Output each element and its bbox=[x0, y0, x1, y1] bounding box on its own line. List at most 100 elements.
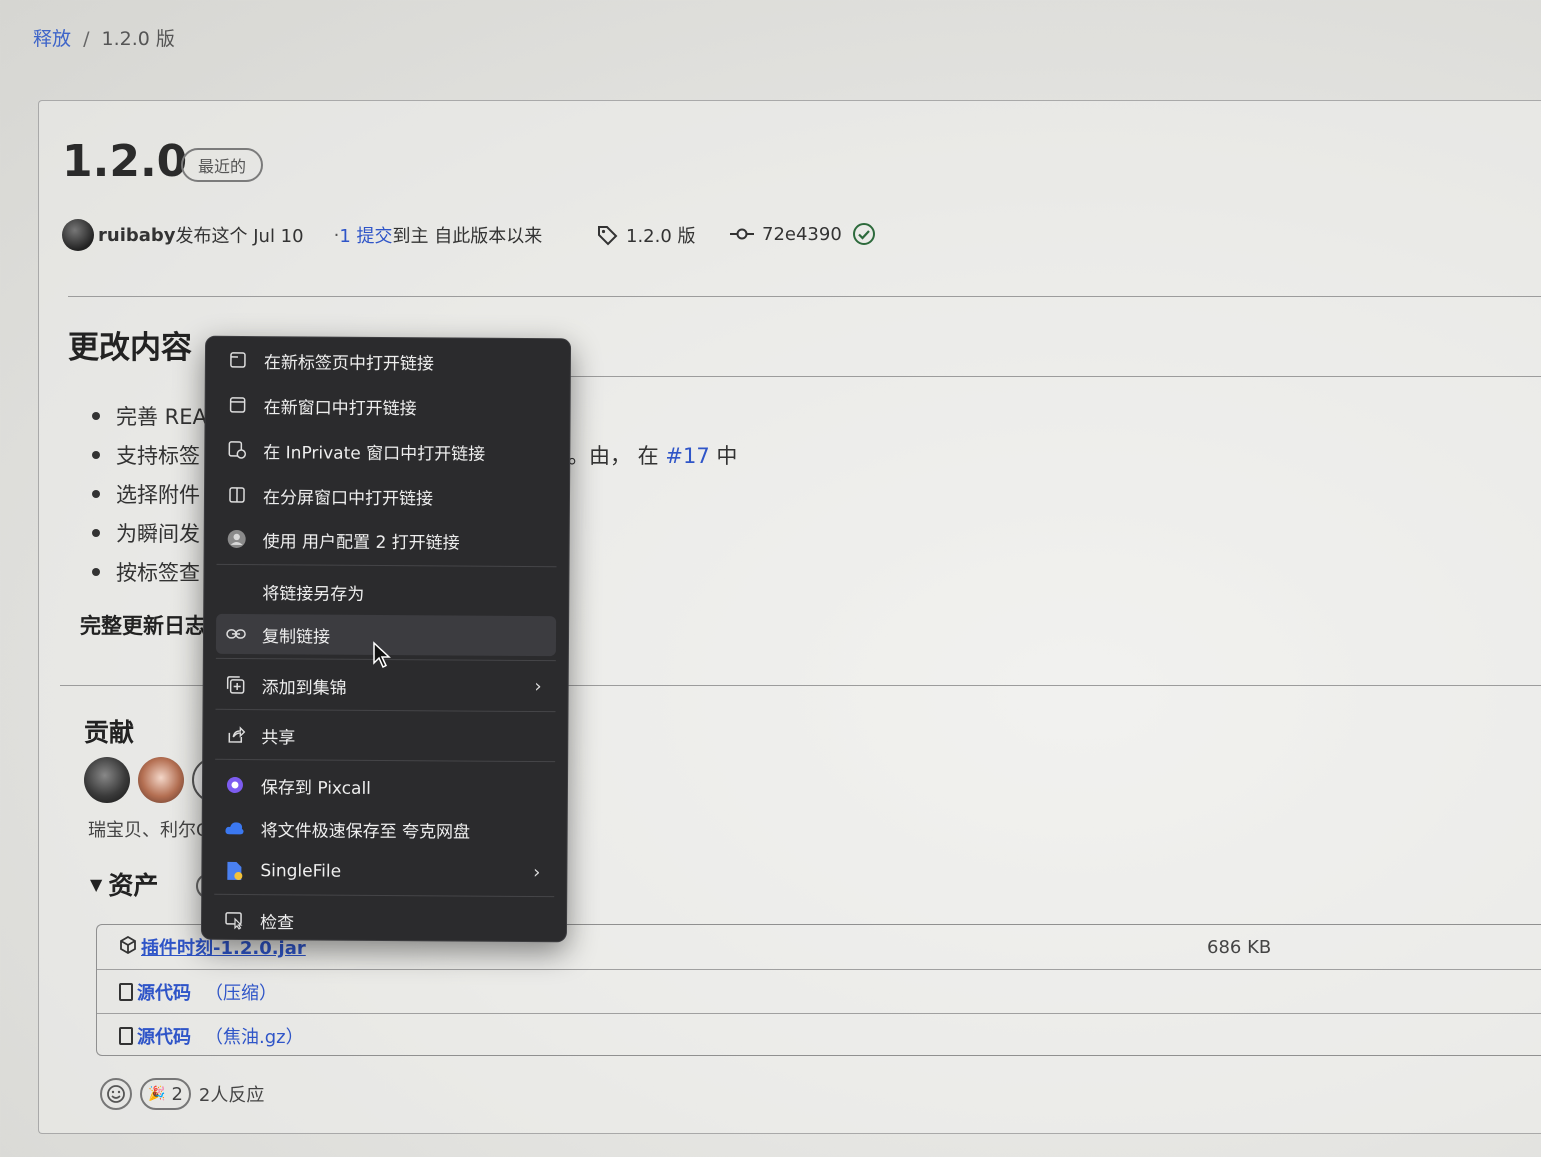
list-item: 为瞬间发 bbox=[92, 513, 207, 552]
list-item: 选择附件 bbox=[92, 474, 207, 513]
release-tag[interactable]: 1.2.0 版 bbox=[596, 222, 696, 248]
share-icon bbox=[225, 725, 246, 745]
asset-suffix[interactable]: （焦油.gz） bbox=[205, 1023, 304, 1049]
header-divider bbox=[68, 296, 1541, 297]
menu-item-label: 复制链接 bbox=[261, 626, 331, 648]
asset-size: 686 KB bbox=[1207, 936, 1272, 958]
commits-link[interactable]: 1 提交 bbox=[339, 222, 392, 248]
full-changelog-link[interactable]: 完整更新日志 bbox=[80, 610, 206, 640]
changes-heading: 更改内容 bbox=[68, 330, 192, 366]
new-window-icon bbox=[228, 395, 248, 415]
breadcrumb-releases-link[interactable]: 释放 bbox=[33, 28, 71, 50]
published-text: 发布这个 Jul 10 bbox=[175, 226, 304, 247]
menu-item-save-link-as[interactable]: 将链接另存为 bbox=[216, 571, 556, 613]
list-item: 完善 REA bbox=[92, 396, 207, 435]
change-line-tail: 。由， 在 #17 中 bbox=[568, 440, 737, 470]
party-popper-icon: 🎉 bbox=[148, 1086, 166, 1102]
inspect-icon bbox=[224, 910, 244, 930]
asset-link[interactable]: 源代码 bbox=[137, 979, 191, 1005]
split-screen-icon bbox=[227, 485, 247, 505]
menu-item-label: 在 InPrivate 窗口中打开链接 bbox=[263, 442, 486, 465]
contributors-heading: 贡献 bbox=[84, 718, 135, 747]
tag-label: 1.2.0 版 bbox=[626, 226, 696, 247]
author-link[interactable]: ruibaby bbox=[98, 225, 176, 246]
file-zip-icon bbox=[119, 982, 133, 1001]
menu-item-label: 将文件极速保存至 夸克网盘 bbox=[260, 820, 471, 843]
reaction-count: 2 bbox=[171, 1083, 183, 1105]
menu-item-label: 检查 bbox=[259, 912, 295, 933]
changes-divider bbox=[568, 376, 1541, 377]
menu-item-add-to-collections[interactable]: 添加到集锦 › bbox=[216, 665, 556, 707]
singlefile-icon bbox=[224, 861, 244, 881]
latest-badge: 最近的 bbox=[181, 148, 263, 182]
package-icon bbox=[119, 935, 137, 959]
menu-item-save-to-pixcall[interactable]: 保存到 Pixcall bbox=[215, 765, 555, 807]
changes-list: 完善 REA 支持标签 选择附件 为瞬间发 按标签查 bbox=[92, 396, 207, 591]
new-tab-icon bbox=[228, 350, 248, 370]
menu-item-label: 使用 用户配置 2 打开链接 bbox=[262, 531, 460, 554]
tada-reaction-button[interactable]: 🎉 2 bbox=[140, 1078, 191, 1110]
menu-item-open-with-profile[interactable]: 使用 用户配置 2 打开链接 bbox=[217, 519, 557, 561]
menu-item-inspect[interactable]: 检查 bbox=[214, 900, 554, 942]
menu-item-label: 在新标签页中打开链接 bbox=[263, 352, 434, 374]
change-line-tail-text: 。由， 在 bbox=[568, 444, 659, 468]
mouse-cursor-icon bbox=[373, 641, 391, 669]
commits-suffix: 到主 自此版本以来 bbox=[392, 226, 543, 247]
menu-item-open-new-tab[interactable]: 在新标签页中打开链接 bbox=[218, 340, 558, 382]
menu-separator bbox=[216, 563, 557, 568]
list-item: 支持标签 bbox=[92, 435, 207, 474]
avatar[interactable] bbox=[84, 757, 130, 803]
collections-icon bbox=[226, 675, 246, 695]
chevron-right-icon: › bbox=[533, 862, 541, 884]
reactions-summary: 2人反应 bbox=[198, 1085, 265, 1106]
author-avatar[interactable] bbox=[62, 219, 94, 251]
pixcall-icon bbox=[225, 775, 245, 795]
file-zip-icon bbox=[119, 1026, 133, 1045]
asset-suffix[interactable]: （压缩） bbox=[205, 979, 277, 1005]
breadcrumb-current: 1.2.0 版 bbox=[101, 28, 175, 50]
release-meta: ruibaby 发布这个 Jul 10 · 1 提交 到主 自此版本以来 bbox=[62, 218, 542, 252]
quark-cloud-icon bbox=[225, 818, 245, 838]
release-commit[interactable]: 72e4390 bbox=[730, 222, 884, 246]
issue-link[interactable]: #17 bbox=[665, 444, 709, 468]
menu-item-save-to-quark[interactable]: 将文件极速保存至 夸克网盘 bbox=[215, 808, 555, 850]
tag-icon bbox=[596, 224, 618, 246]
release-title: 1.2.0 bbox=[62, 136, 188, 187]
assets-title-label: 资产 bbox=[108, 871, 159, 900]
commit-icon bbox=[730, 227, 754, 241]
reactions-bar: 🎉 2 2人反应 bbox=[100, 1078, 264, 1110]
context-menu: 在新标签页中打开链接 在新窗口中打开链接 在 InPrivate 窗口中打开链接… bbox=[200, 335, 572, 943]
menu-separator bbox=[215, 758, 556, 763]
caret-down-icon: ▼ bbox=[90, 874, 103, 894]
menu-item-label: 共享 bbox=[261, 727, 296, 748]
menu-item-share[interactable]: 共享 bbox=[215, 715, 555, 757]
list-item: 按标签查 bbox=[92, 552, 207, 591]
menu-item-label: 在分屏窗口中打开链接 bbox=[262, 487, 434, 509]
menu-item-open-new-window[interactable]: 在新窗口中打开链接 bbox=[217, 385, 557, 427]
menu-item-label: 在新窗口中打开链接 bbox=[263, 397, 417, 419]
menu-item-label: 将链接另存为 bbox=[262, 583, 365, 605]
inprivate-icon bbox=[227, 440, 247, 460]
change-line-tail-end: 中 bbox=[716, 444, 738, 468]
add-reaction-button[interactable] bbox=[100, 1078, 132, 1110]
asset-link[interactable]: 源代码 bbox=[137, 1023, 191, 1049]
verified-icon[interactable] bbox=[852, 222, 876, 246]
menu-item-label: 保存到 Pixcall bbox=[260, 777, 372, 799]
menu-item-label: SingleFile bbox=[260, 861, 342, 882]
asset-row: 源代码 （压缩） bbox=[97, 969, 1541, 1013]
chevron-right-icon: › bbox=[534, 676, 542, 698]
link-icon bbox=[226, 624, 246, 644]
menu-separator bbox=[215, 708, 556, 713]
contributor-names: 瑞宝贝、利尔G bbox=[88, 820, 210, 841]
breadcrumb: 释放 / 1.2.0 版 bbox=[33, 24, 175, 51]
avatar[interactable] bbox=[138, 757, 184, 803]
menu-item-singlefile[interactable]: SingleFile › bbox=[214, 851, 554, 893]
menu-item-open-split-screen[interactable]: 在分屏窗口中打开链接 bbox=[217, 475, 557, 517]
commit-hash[interactable]: 72e4390 bbox=[762, 224, 842, 245]
breadcrumb-separator: / bbox=[83, 28, 90, 50]
menu-item-open-inprivate[interactable]: 在 InPrivate 窗口中打开链接 bbox=[217, 430, 557, 472]
menu-item-label: 添加到集锦 bbox=[261, 677, 347, 699]
smiley-icon bbox=[107, 1085, 125, 1103]
assets-heading[interactable]: ▼ 资产 bbox=[90, 866, 158, 902]
menu-separator bbox=[214, 893, 555, 898]
